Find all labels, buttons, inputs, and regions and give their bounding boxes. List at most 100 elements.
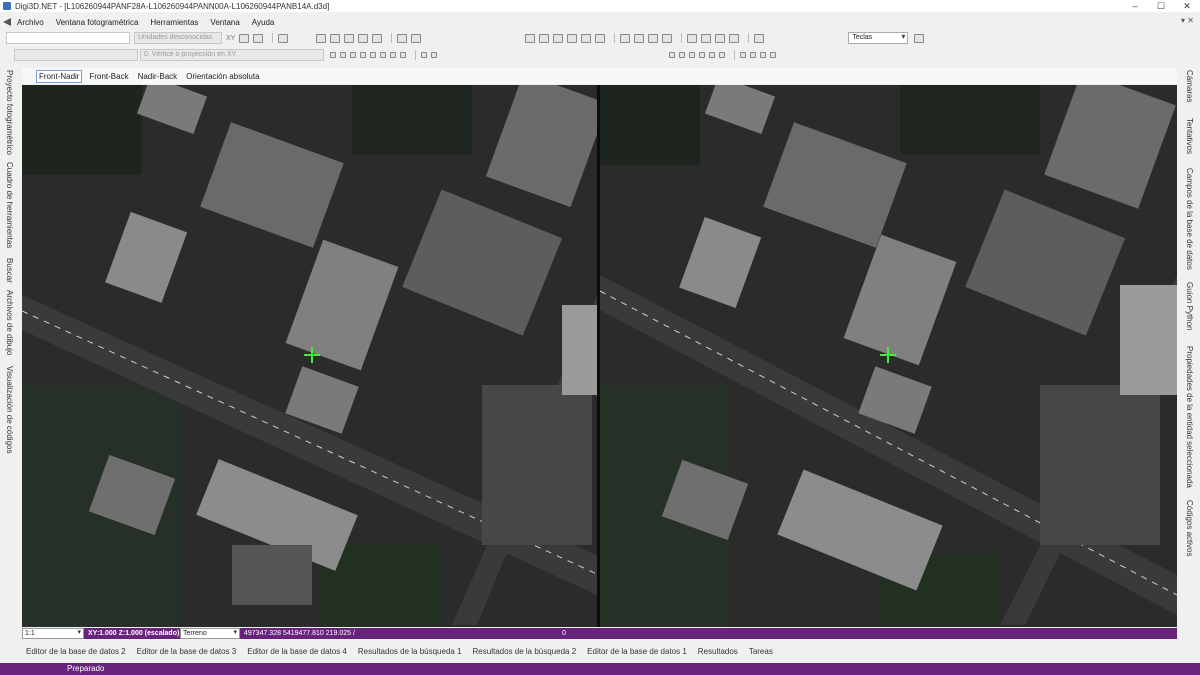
- undo-icon[interactable]: [754, 33, 765, 43]
- pin-icon[interactable]: [669, 52, 675, 58]
- menu-herramientas[interactable]: Herramientas: [150, 18, 198, 27]
- layer-move-icon[interactable]: [553, 33, 564, 43]
- maximize-button[interactable]: ☐: [1148, 0, 1174, 12]
- dock-tab-codigos[interactable]: Visualización de códigos: [5, 366, 14, 453]
- tab-front-nadir[interactable]: Front-Nadir: [36, 69, 83, 83]
- tab-orientacion-absoluta[interactable]: Orientación absoluta: [184, 71, 261, 82]
- xy-label: XY: [226, 34, 236, 42]
- arrow-dot-icon[interactable]: [760, 52, 766, 58]
- minimize-button[interactable]: –: [1122, 0, 1148, 12]
- window-controls: – ☐ ✕: [1122, 0, 1200, 12]
- list-icon[interactable]: [278, 33, 289, 43]
- snap-cross-icon[interactable]: [350, 52, 356, 58]
- dock-tab-buscar[interactable]: Buscar: [5, 258, 14, 283]
- orient-alt-icon[interactable]: [634, 33, 645, 43]
- dock-tab-campos[interactable]: Campos de la base de datos: [1185, 168, 1194, 270]
- zoom-out-icon[interactable]: [344, 33, 355, 43]
- menu-archivo[interactable]: Archivo: [17, 18, 44, 27]
- arrow-right-icon[interactable]: [740, 52, 746, 58]
- zoom-window-icon[interactable]: [358, 33, 369, 43]
- zoom-prev-icon[interactable]: [397, 33, 408, 43]
- tab-editor-bd-4[interactable]: Editor de la base de datos 4: [247, 647, 347, 656]
- mdi-controls[interactable]: ▾ ✕: [1181, 16, 1194, 25]
- tab-front-back[interactable]: Front-Back: [87, 71, 130, 82]
- snap-tangent-icon[interactable]: [390, 52, 396, 58]
- snap-line-icon[interactable]: [380, 52, 386, 58]
- keyboard-icon[interactable]: [914, 33, 925, 43]
- grid-alt-icon[interactable]: [253, 33, 264, 43]
- dock-tab-python[interactable]: Guion Python: [1185, 282, 1194, 330]
- dock-tab-herramientas[interactable]: Cuadro de herramientas: [5, 162, 14, 248]
- arrow-end-icon[interactable]: [770, 52, 776, 58]
- close-button[interactable]: ✕: [1174, 0, 1200, 12]
- keys-combo[interactable]: Teclas: [848, 32, 909, 44]
- scale-readout: XY:1.000 Z:1.000 (escalado): [88, 630, 180, 637]
- stereo-viewport-right[interactable]: [600, 85, 1177, 627]
- command-input[interactable]: [6, 32, 130, 44]
- layer-icon[interactable]: [525, 33, 536, 43]
- layer-split-icon[interactable]: [595, 33, 606, 43]
- zoom-next-icon[interactable]: [411, 33, 422, 43]
- view-tabs: Front-Nadir Front-Back Nadir-Back Orient…: [22, 68, 1177, 84]
- select-icon[interactable]: [316, 33, 327, 43]
- layer-delete-icon[interactable]: [567, 33, 578, 43]
- bottom-tabs: Editor de la base de datos 2 Editor de l…: [22, 645, 1177, 657]
- title-bar: Digi3D.NET - [L106260944PANF28A-L1062609…: [0, 0, 1200, 12]
- stereo-cursor-icon: [880, 347, 896, 363]
- arrow-dash-icon[interactable]: [750, 52, 756, 58]
- snap-arrow-icon[interactable]: [330, 52, 336, 58]
- parallel-icon[interactable]: [719, 52, 725, 58]
- tab-editor-bd-3[interactable]: Editor de la base de datos 3: [137, 647, 237, 656]
- dock-tab-tentativos[interactable]: Tentativos: [1185, 118, 1194, 154]
- tab-editor-bd-2[interactable]: Editor de la base de datos 2: [26, 647, 126, 656]
- layer-copy-icon[interactable]: [539, 33, 550, 43]
- rotate-alt-icon[interactable]: [662, 33, 673, 43]
- snap-mode-field: 0. Vértice o proyección en XY.: [140, 49, 324, 61]
- toolbar-main: Unidades desconocidas XY Teclas: [0, 31, 1200, 45]
- trim-icon[interactable]: [709, 52, 715, 58]
- snap-vertex-icon[interactable]: [340, 52, 346, 58]
- tab-editor-bd-1[interactable]: Editor de la base de datos 1: [587, 647, 687, 656]
- zoom-all-icon[interactable]: [372, 33, 383, 43]
- dock-tab-codigos-activos[interactable]: Códigos activos: [1185, 500, 1194, 556]
- layer-merge-icon[interactable]: [581, 33, 592, 43]
- transform-icon[interactable]: [701, 33, 712, 43]
- rotate-icon[interactable]: [648, 33, 659, 43]
- snap-nearest-icon[interactable]: [431, 52, 437, 58]
- corner-icon[interactable]: [699, 52, 705, 58]
- document-icon[interactable]: [3, 18, 11, 26]
- zoom-in-icon[interactable]: [330, 33, 341, 43]
- tab-resultados-busqueda-2[interactable]: Resultados de la búsqueda 2: [473, 647, 577, 656]
- align-icon[interactable]: [729, 33, 740, 43]
- dock-tab-archivos[interactable]: Archivos de dibujo: [5, 290, 14, 355]
- mirror-icon[interactable]: [715, 33, 726, 43]
- extend-icon[interactable]: [689, 52, 695, 58]
- snap-perp-icon[interactable]: [370, 52, 376, 58]
- orient-icon[interactable]: [620, 33, 631, 43]
- status-text: Preparado: [67, 664, 105, 673]
- dock-tab-proyecto[interactable]: Proyecto fotogramétrico: [5, 70, 14, 155]
- dock-tab-camaras[interactable]: Cámaras: [1185, 70, 1194, 102]
- menu-ayuda[interactable]: Ayuda: [252, 18, 275, 27]
- snap-intersect-icon[interactable]: [400, 52, 406, 58]
- menu-ventana-fotogrametrica[interactable]: Ventana fotogramétrica: [56, 18, 139, 27]
- tab-resultados-busqueda-1[interactable]: Resultados de la búsqueda 1: [358, 647, 462, 656]
- tab-tareas[interactable]: Tareas: [749, 647, 773, 656]
- right-dock: Cámaras Tentativos Campos de la base de …: [1178, 68, 1200, 638]
- snap-endpoint-icon[interactable]: [421, 52, 427, 58]
- units-field: Unidades desconocidas: [134, 32, 222, 44]
- plus-icon[interactable]: [687, 33, 698, 43]
- tab-nadir-back[interactable]: Nadir-Back: [136, 71, 180, 82]
- dock-tab-propiedades[interactable]: Propiedades de la entidad seleccionada: [1185, 346, 1194, 488]
- status-bar: Preparado: [0, 663, 1200, 675]
- zoom-combo[interactable]: 1:1: [22, 628, 84, 639]
- height-icon[interactable]: [679, 52, 685, 58]
- menu-ventana[interactable]: Ventana: [210, 18, 239, 27]
- tab-resultados[interactable]: Resultados: [698, 647, 738, 656]
- stereo-viewport-left[interactable]: [22, 85, 597, 627]
- terrain-combo[interactable]: Terreno: [180, 628, 240, 639]
- snap-midpoint-icon[interactable]: [360, 52, 366, 58]
- z-value-readout: 0: [562, 630, 566, 637]
- grid-icon[interactable]: [239, 33, 250, 43]
- snap-input-blank: [14, 49, 138, 61]
